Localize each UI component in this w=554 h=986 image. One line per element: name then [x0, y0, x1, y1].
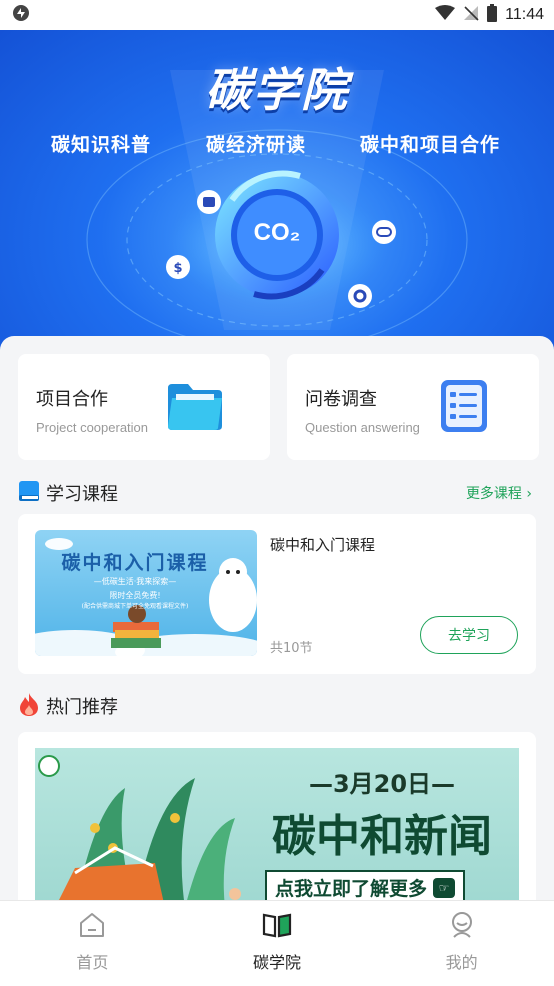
banner-headline: 碳中和新闻	[272, 811, 492, 862]
hero-tag-economy[interactable]: 碳经济研读	[201, 130, 311, 159]
thumb-subtitle: —低碳生活·我来探索—	[93, 577, 177, 586]
course-thumbnail[interactable]: 碳中和入门课程 —低碳生活·我来探索— 限时全员免费! (配合供需商城下单可全免…	[35, 530, 257, 656]
profile-icon	[448, 911, 476, 943]
start-study-button[interactable]: 去学习	[420, 616, 518, 654]
main-content: 项目合作 Project cooperation 问卷调查 Question a…	[0, 336, 554, 906]
home-icon	[78, 911, 106, 943]
status-time: 11:44	[505, 6, 544, 23]
hot-section-header: 热门推荐	[18, 692, 118, 720]
nav-profile[interactable]: 我的	[369, 901, 554, 986]
co2-label: CO₂	[253, 219, 301, 246]
section-title: 热门推荐	[46, 697, 118, 718]
card-subtitle: Project cooperation	[36, 420, 149, 435]
nav-label: 我的	[445, 953, 478, 972]
wifi-icon	[435, 5, 456, 25]
lesson-count: 共10节	[270, 641, 313, 656]
thumb-line1: 限时全员免费!	[109, 591, 161, 600]
card-title: 问卷调查	[305, 389, 377, 410]
hero-title: 碳学院	[205, 63, 349, 117]
more-courses-link[interactable]: 更多课程 ›	[466, 483, 532, 503]
nav-home[interactable]: 首页	[0, 901, 185, 986]
book-section-icon	[18, 480, 40, 506]
course-name: 碳中和入门课程	[270, 536, 376, 554]
hero-banner[interactable]: $ 碳学院 碳知识科普 碳经济研读 碳中和项目合作 CO₂	[0, 30, 554, 350]
project-cooperation-card[interactable]: 项目合作 Project cooperation	[18, 354, 270, 460]
banner-date: —3月20日—	[308, 770, 456, 798]
no-signal-icon	[463, 5, 479, 25]
folder-icon	[166, 380, 224, 436]
hero-tag-project[interactable]: 碳中和项目合作	[355, 130, 505, 159]
nav-label: 碳学院	[253, 953, 302, 972]
checklist-icon	[439, 378, 489, 438]
course-card[interactable]: 碳中和入门课程 —低碳生活·我来探索— 限时全员免费! (配合供需商城下单可全免…	[18, 514, 536, 674]
card-subtitle: Question answering	[305, 420, 420, 435]
thumb-title: 碳中和入门课程	[61, 552, 209, 574]
news-banner[interactable]: —3月20日— 碳中和新闻 点我立即了解更多 ☞	[35, 748, 519, 906]
fire-icon	[18, 692, 40, 720]
hot-recommendation-card[interactable]: —3月20日— 碳中和新闻 点我立即了解更多 ☞	[18, 732, 536, 906]
bottom-navigation: 首页 碳学院 我的	[0, 900, 554, 986]
hero-tag-science[interactable]: 碳知识科普	[46, 130, 156, 159]
nav-carbon-academy[interactable]: 碳学院	[185, 901, 370, 986]
status-bar: 11:44	[0, 0, 554, 30]
hand-click-icon: ☞	[433, 877, 456, 898]
svg-text:$: $	[173, 261, 182, 276]
book-icon	[262, 911, 292, 943]
battery-icon	[487, 4, 498, 26]
thumb-line2: (配合供需商城下单可全免观看课程文件)	[81, 603, 189, 610]
chevron-right-icon: ›	[521, 486, 532, 502]
section-title: 学习课程	[46, 484, 118, 505]
nav-label: 首页	[76, 953, 109, 972]
app-notification-icon	[12, 4, 30, 26]
courses-section-header: 学习课程	[18, 480, 118, 506]
card-title: 项目合作	[36, 389, 108, 410]
questionnaire-card[interactable]: 问卷调查 Question answering	[287, 354, 539, 460]
